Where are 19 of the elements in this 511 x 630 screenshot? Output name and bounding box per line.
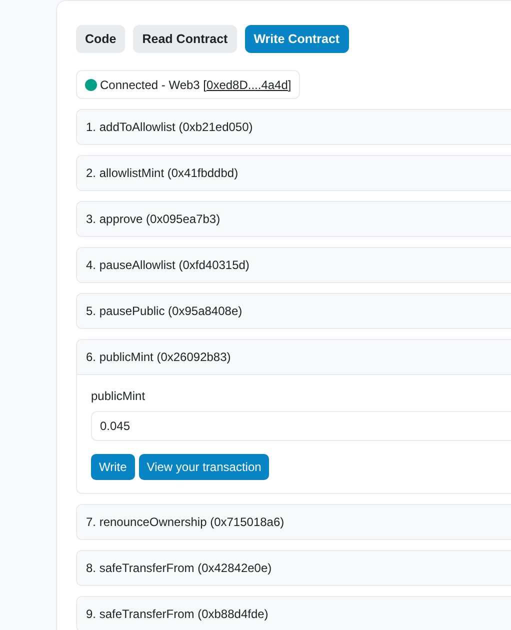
input-label: publicMint xyxy=(91,389,146,403)
tab[interactable]: Read Contract xyxy=(133,25,237,53)
function-header[interactable]: 7. renounceOwnership (0x715018a6) xyxy=(77,505,511,539)
function-header[interactable]: 8. safeTransferFrom (0x42842e0e) xyxy=(77,551,511,585)
function-header[interactable]: 3. approve (0x095ea7b3) xyxy=(77,202,511,236)
function-header[interactable]: 6. publicMint (0x26092b83) xyxy=(77,340,511,375)
tab[interactable]: Write Contract xyxy=(244,25,349,53)
input-field[interactable]: 0.045 xyxy=(91,411,511,441)
action-button[interactable]: View your transaction xyxy=(138,454,270,480)
bracket-text: ] xyxy=(288,78,292,92)
address-link[interactable]: 0xed8D....4a4d xyxy=(206,78,288,92)
connection-text: Connected - Web3 [ xyxy=(100,78,207,92)
function-header[interactable]: 1. addToAllowlist (0xb21ed050) xyxy=(77,110,511,144)
action-button[interactable]: Write xyxy=(91,454,135,480)
function-header[interactable]: 4. pauseAllowlist (0xfd40315d) xyxy=(77,248,511,282)
function-header[interactable]: 9. safeTransferFrom (0xb88d4fde) xyxy=(77,597,511,630)
function-header[interactable]: 2. allowlistMint (0x41fbddbd) xyxy=(77,156,511,190)
tab[interactable]: Code xyxy=(76,25,126,53)
function-header[interactable]: 5. pausePublic (0x95a8408e) xyxy=(77,294,511,328)
